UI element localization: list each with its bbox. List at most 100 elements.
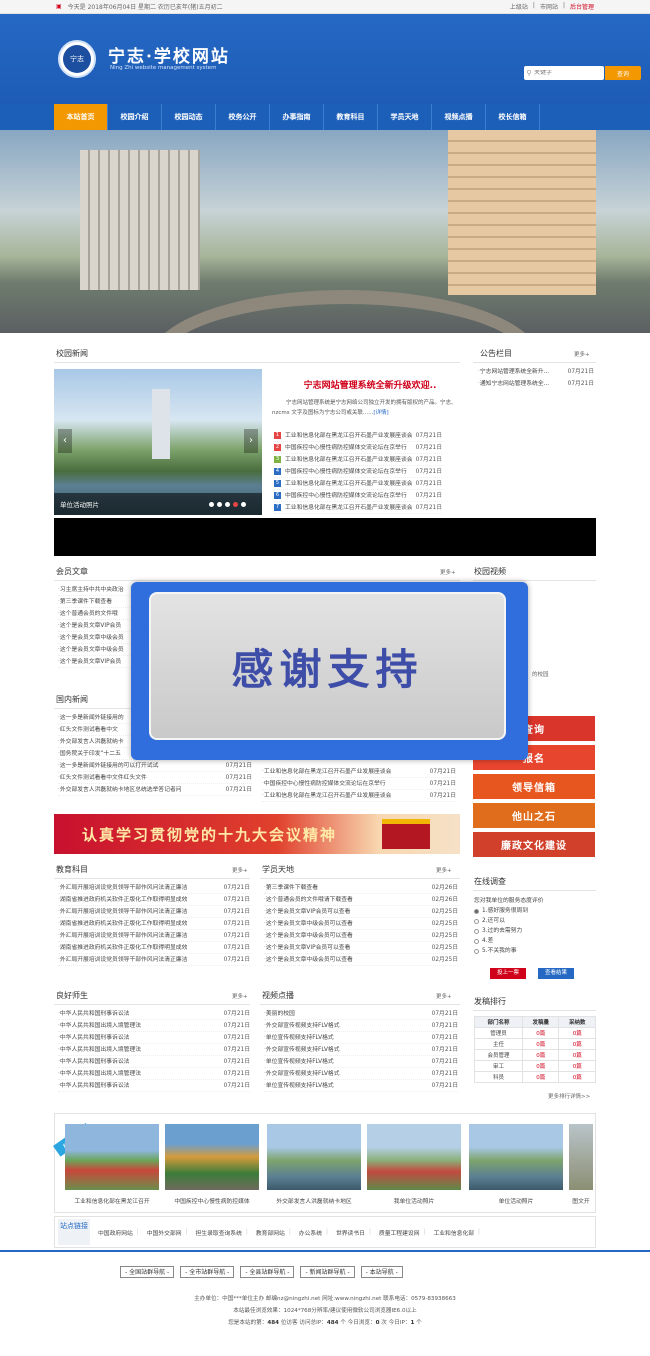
list-item[interactable]: · 宁志网站管理系统全新升... 07月21日 [478,366,594,378]
site-nav-select[interactable]: - 全市站群导航 - [180,1266,235,1278]
slide-next-icon[interactable]: › [244,429,258,453]
item-title[interactable]: 中华人民共和国出境入境管理法 [60,1068,220,1079]
item-title[interactable]: 工业和信息化部在黑龙江召开石墨产业发展座谈会 [264,790,426,801]
item-title[interactable]: 外汇局开展培训设党员领导干部作风问法清正廉洁 [60,882,220,893]
list-item[interactable]: 4 中国疾控中心慢性病防控媒体交流论坛在京举行 07月21日 [274,466,442,478]
item-title[interactable]: 美丽的校园 [266,1008,428,1019]
nav-campus-news[interactable]: 校园动态 [162,104,216,130]
survey-option[interactable]: 2.还可以 [474,916,596,926]
friend-link[interactable]: 担生录取查询系统 [196,1228,242,1237]
item-title[interactable]: 单位宣传视频支持FLV格式 [266,1032,428,1043]
list-item[interactable]: · 中华人民共和国刑事诉讼法 07月21日 [58,1032,250,1044]
list-item[interactable]: · 外汇局开展培训设党员领导干部作风问法清正廉洁 07月21日 [58,954,250,966]
list-item[interactable]: · 单位宣传视频支持FLV格式 07月21日 [264,1056,458,1068]
gallery-photo[interactable] [569,1124,593,1190]
list-item[interactable]: · 外汇局开展培训设党员领导干部作风问法清正廉洁 07月21日 [58,882,250,894]
item-title[interactable]: 这个是会员文章VIP会员可以查看 [266,942,428,953]
friend-link[interactable]: 教育部网站 [256,1228,285,1237]
item-title[interactable]: 这个普通会员的文件哦请下载查看 [266,894,428,905]
item-title[interactable]: 中华人民共和国出境入境管理法 [60,1020,220,1031]
radio-icon[interactable] [474,908,479,914]
list-item[interactable]: · 这个是会员文章中级会员可以查看 02月25日 [264,930,458,942]
list-item[interactable]: · 外交部宣传视频支持FLV格式 07月21日 [264,1020,458,1032]
side-ad-5[interactable]: 廉政文化建设 [473,832,595,857]
gallery-caption[interactable]: 图文开 [569,1196,593,1205]
item-title[interactable]: 外交部发言人洪磊就纳卡地区总统选举答记者问 [60,784,222,795]
thanks-popup[interactable]: 感谢支持 [131,582,528,760]
friend-link[interactable]: 中国外交部网 [147,1228,182,1237]
gallery-caption[interactable]: 我单位活动照片 [367,1196,461,1205]
radio-icon[interactable] [474,928,479,934]
list-item[interactable]: 5 工业和信息化部在黑龙江召开石墨产业发展座谈会 07月21日 [274,478,442,490]
item-title[interactable]: 中华人民共和国刑事诉讼法 [60,1056,220,1067]
survey-option[interactable]: 3.过的去需努力 [474,926,596,936]
list-item[interactable]: · 外汇局开展培训设党员领导干部作风问法清正廉洁 07月21日 [58,930,250,942]
item-title[interactable]: 这个是会员文章中级会员可以查看 [266,918,428,929]
item-title[interactable]: 通知宁志网站管理系统全... [480,378,564,390]
item-title[interactable]: 湖南省推进政府机关软件正版化工作取得明显成效 [60,918,220,929]
nav-students[interactable]: 学员天地 [378,104,432,130]
gallery-photo[interactable] [165,1124,259,1190]
list-item[interactable]: · 这个是会员文章中级会员可以查看 02月25日 [264,954,458,966]
list-item[interactable]: · 这一多是新闻外链接用的可以打开试试 07月21日 [58,760,252,772]
list-item[interactable]: · 通知宁志网站管理系统全... 07月21日 [478,378,594,390]
list-item[interactable]: · 中华人民共和国出境入境管理法 07月21日 [58,1068,250,1080]
gallery-photo[interactable] [469,1124,563,1190]
list-item[interactable]: · 中华人民共和国刑事诉讼法 07月21日 [58,1008,250,1020]
students-more-link[interactable]: 更多+ [436,866,452,874]
item-title[interactable]: 湖南省推进政府机关软件正版化工作取得明显成效 [60,942,220,953]
list-item[interactable]: · 湖南省推进政府机关软件正版化工作取得明显成效 07月21日 [58,918,250,930]
video-caption[interactable]: 的校园 [532,670,549,678]
list-item[interactable]: · 红头文件测试看看中文件红头文件 07月21日 [58,772,252,784]
gallery-item[interactable]: 我单位活动照片 [367,1124,461,1205]
list-item[interactable]: · 这个是会员文章中级会员可以查看 02月25日 [264,918,458,930]
survey-option[interactable]: 4.差 [474,936,596,946]
list-item[interactable]: 3 工业和信息化部在黑龙江召开石墨产业发展座谈会 07月21日 [274,454,442,466]
search-input[interactable] [534,70,604,76]
item-title[interactable]: 中华人民共和国刑事诉讼法 [60,1032,220,1043]
gallery-photo[interactable] [267,1124,361,1190]
item-title[interactable]: 中国疾控中心慢性病防控媒体交流论坛在京举行 [285,442,412,453]
list-item[interactable]: · 中华人民共和国刑事诉讼法 07月21日 [58,1080,250,1092]
item-title[interactable]: 工业和信息化部在黑龙江召开石墨产业发展座谈会 [285,502,412,513]
news-headline[interactable]: 宁志网站管理系统全新升级欢迎.. [270,378,470,391]
list-item[interactable]: · 单位宣传视频支持FLV格式 07月21日 [264,1032,458,1044]
gallery-item[interactable]: 工业和信息化部在黑龙江召开 [65,1124,159,1205]
member-more-link[interactable]: 更多+ [440,568,456,576]
slide-dots[interactable] [209,502,246,507]
item-title[interactable]: 这个是会员文章中级会员可以查看 [266,954,428,965]
list-item[interactable]: · 中华人民共和国刑事诉讼法 07月21日 [58,1056,250,1068]
view-results-button[interactable]: 查看结果 [538,968,574,979]
teachers-more-link[interactable]: 更多+ [232,992,248,1000]
parent-site-link[interactable]: 上级站 [510,2,528,11]
site-nav-select[interactable]: - 新闻站群导航 - [300,1266,355,1278]
side-ad-4[interactable]: 他山之石 [473,803,595,828]
item-title[interactable]: 中华人民共和国刑事诉讼法 [60,1080,220,1091]
side-ad-3[interactable]: 领导信箱 [473,774,595,799]
friend-link[interactable]: 质量工程建设网 [379,1228,420,1237]
item-title[interactable]: 中国疾控中心慢性病防控媒体交流论坛在京举行 [285,466,412,477]
nav-video[interactable]: 视频点播 [432,104,486,130]
item-title[interactable]: 中华人民共和国出境入境管理法 [60,1044,220,1055]
list-item[interactable]: 7 工业和信息化部在黑龙江召开石墨产业发展座谈会 07月21日 [274,502,442,514]
item-title[interactable]: 单位宣传视频支持FLV格式 [266,1056,428,1067]
item-title[interactable]: 工业和信息化部在黑龙江召开石墨产业发展座谈会 [285,430,412,441]
list-item[interactable]: · 外交部宣传视频支持FLV格式 07月21日 [264,1068,458,1080]
nav-guide[interactable]: 办事指南 [270,104,324,130]
list-item[interactable]: · 中华人民共和国出境入境管理法 07月21日 [58,1044,250,1056]
list-item[interactable]: · 单位宣传视频支持FLV格式 07月21日 [264,1080,458,1092]
gallery-caption[interactable]: 外交部发言人洪磊就纳卡地区 [267,1196,361,1205]
vod-more-link[interactable]: 更多+ [436,992,452,1000]
admin-link[interactable]: 后台管理 [570,2,594,11]
item-title[interactable]: 中华人民共和国刑事诉讼法 [60,1008,220,1019]
list-item[interactable]: · 中华人民共和国出境入境管理法 07月21日 [58,1020,250,1032]
site-nav-select[interactable]: - 本站导航 - [360,1266,403,1278]
item-title[interactable]: 中国疾控中心慢性病防控媒体交流论坛在京举行 [264,778,426,789]
item-title[interactable]: 工业和信息化部在黑龙江召开石墨产业发展座谈会 [285,478,412,489]
list-item[interactable]: · 第三季课件下载查看 02月26日 [264,882,458,894]
list-item[interactable]: 1 工业和信息化部在黑龙江召开石墨产业发展座谈会 07月21日 [274,430,442,442]
radio-icon[interactable] [474,918,479,924]
subjects-more-link[interactable]: 更多+ [232,866,248,874]
item-title[interactable]: 这一多是新闻外链接用的可以打开试试 [60,760,222,771]
nav-home[interactable]: 本站首页 [54,104,108,130]
